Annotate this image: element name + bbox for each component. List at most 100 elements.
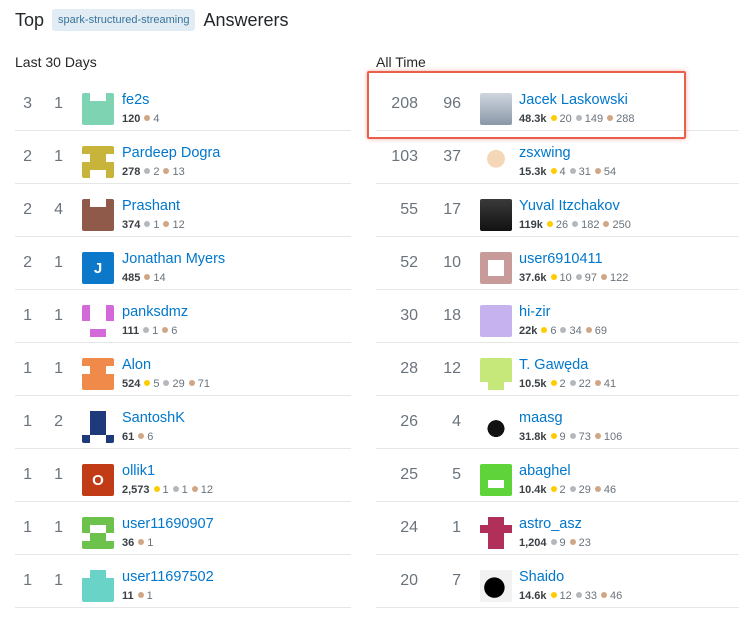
user-photo-avatar[interactable] xyxy=(480,199,512,231)
answerer-row: 1 1 Alon 524 5 29 71 xyxy=(15,344,351,396)
user-photo-avatar[interactable] xyxy=(480,570,512,602)
user-stats: 31.8k 9 73 106 xyxy=(519,431,625,443)
silver-badge-value: 1 xyxy=(152,325,159,337)
gold-badge-count: 10 xyxy=(550,272,572,284)
silver-badge-value: 31 xyxy=(578,166,591,178)
bronze-badge-icon xyxy=(191,486,198,492)
silver-badge-value: 2 xyxy=(153,166,160,178)
bronze-badge-value: 14 xyxy=(153,272,166,284)
user-name-link[interactable]: maasg xyxy=(519,410,563,426)
user-name-link[interactable]: Yuval Itzchakov xyxy=(519,198,620,214)
identicon-avatar[interactable] xyxy=(82,517,114,549)
score-count: 2 xyxy=(23,254,32,271)
user-name-link[interactable]: T. Gawęda xyxy=(519,357,588,373)
identicon-avatar[interactable] xyxy=(480,358,512,390)
identicon-avatar[interactable] xyxy=(82,305,114,337)
silver-badge-value: 1 xyxy=(153,219,160,231)
user-name-link[interactable]: astro_asz xyxy=(519,516,582,532)
silver-badge-icon xyxy=(550,539,557,545)
answer-count: 2 xyxy=(54,413,63,430)
answerer-row: 26 4 maasg 31.8k 9 73 106 xyxy=(376,397,739,449)
user-name-link[interactable]: Alon xyxy=(122,357,151,373)
identicon-avatar[interactable] xyxy=(82,146,114,178)
identicon-avatar[interactable] xyxy=(82,199,114,231)
user-name-link[interactable]: Jonathan Myers xyxy=(122,251,225,267)
letter-avatar[interactable]: O xyxy=(82,464,114,496)
silver-badge-count: 97 xyxy=(575,272,597,284)
reputation: 15.3k xyxy=(519,166,547,178)
score-count: 1 xyxy=(23,360,32,377)
identicon-pattern xyxy=(82,146,114,178)
silver-badge-icon xyxy=(569,486,576,492)
answer-count: 1 xyxy=(452,519,461,536)
reputation: 61 xyxy=(122,431,135,443)
identicon-avatar[interactable] xyxy=(82,358,114,390)
reputation: 10.4k xyxy=(519,484,547,496)
user-name-link[interactable]: SantoshK xyxy=(122,410,185,426)
score-count: 1 xyxy=(23,307,32,324)
silver-badge-icon xyxy=(569,168,576,174)
gold-badge-value: 9 xyxy=(559,431,566,443)
reputation: 36 xyxy=(122,537,135,549)
gold-badge-value: 2 xyxy=(559,378,566,390)
identicon-avatar[interactable] xyxy=(480,305,512,337)
user-photo-avatar[interactable] xyxy=(480,411,512,443)
user-name-link[interactable]: user6910411 xyxy=(519,251,603,267)
user-stats: 119k 26 182 250 xyxy=(519,219,634,231)
tag-badge[interactable]: spark-structured-streaming xyxy=(52,9,196,31)
identicon-avatar[interactable] xyxy=(82,93,114,125)
reputation: 111 xyxy=(122,325,140,337)
answer-count: 1 xyxy=(54,307,63,324)
user-stats: 111 1 6 xyxy=(122,325,180,337)
silver-badge-count: 33 xyxy=(575,590,597,602)
user-name-link[interactable]: Prashant xyxy=(122,198,180,214)
identicon-pattern xyxy=(480,305,512,337)
user-name-link[interactable]: abaghel xyxy=(519,463,571,479)
user-stats: 374 1 12 xyxy=(122,219,188,231)
answerer-row: 52 10 user6910411 37.6k 10 97 122 xyxy=(376,238,739,290)
user-name-link[interactable]: user11697502 xyxy=(122,569,214,585)
identicon-avatar[interactable] xyxy=(82,570,114,602)
identicon-pattern xyxy=(82,305,114,337)
bronze-badge-count: 6 xyxy=(161,325,177,337)
identicon-avatar[interactable] xyxy=(480,517,512,549)
reputation: 22k xyxy=(519,325,538,337)
bronze-badge-icon xyxy=(138,433,145,439)
top-answerer-highlight xyxy=(367,71,686,139)
bronze-badge-icon xyxy=(594,380,601,386)
user-name-link[interactable]: user11690907 xyxy=(122,516,214,532)
score-count: 1 xyxy=(23,466,32,483)
user-name-link[interactable]: panksdmz xyxy=(122,304,188,320)
user-name-link[interactable]: Pardeep Dogra xyxy=(122,145,220,161)
score-count: 2 xyxy=(23,201,32,218)
user-name-link[interactable]: fe2s xyxy=(122,92,149,108)
letter-avatar[interactable]: J xyxy=(82,252,114,284)
user-name-link[interactable]: ollik1 xyxy=(122,463,155,479)
score-count: 1 xyxy=(23,572,32,589)
silver-badge-count: 9 xyxy=(550,537,566,549)
bronze-badge-value: 122 xyxy=(610,272,629,284)
identicon-avatar[interactable] xyxy=(480,252,512,284)
bronze-badge-icon xyxy=(188,380,195,386)
bronze-badge-icon xyxy=(138,539,145,545)
gold-badge-count: 1 xyxy=(153,484,169,496)
user-name-link[interactable]: Shaido xyxy=(519,569,564,585)
user-name-link[interactable]: zsxwing xyxy=(519,145,571,161)
answer-count: 1 xyxy=(54,466,63,483)
identicon-pattern xyxy=(480,517,512,549)
reputation: 119k xyxy=(519,219,543,231)
bronze-badge-count: 23 xyxy=(569,537,591,549)
bronze-badge-icon xyxy=(137,592,144,598)
title-prefix: Top xyxy=(15,9,45,30)
silver-badge-value: 34 xyxy=(569,325,582,337)
answer-count: 18 xyxy=(443,307,461,324)
identicon-avatar[interactable] xyxy=(82,411,114,443)
score-count: 28 xyxy=(400,360,418,377)
user-name-link[interactable]: hi-zir xyxy=(519,304,550,320)
reputation: 120 xyxy=(122,113,141,125)
user-photo-avatar[interactable] xyxy=(480,146,512,178)
score-count: 30 xyxy=(400,307,418,324)
answer-count: 37 xyxy=(443,148,461,165)
identicon-pattern xyxy=(480,252,512,284)
identicon-avatar[interactable] xyxy=(480,464,512,496)
